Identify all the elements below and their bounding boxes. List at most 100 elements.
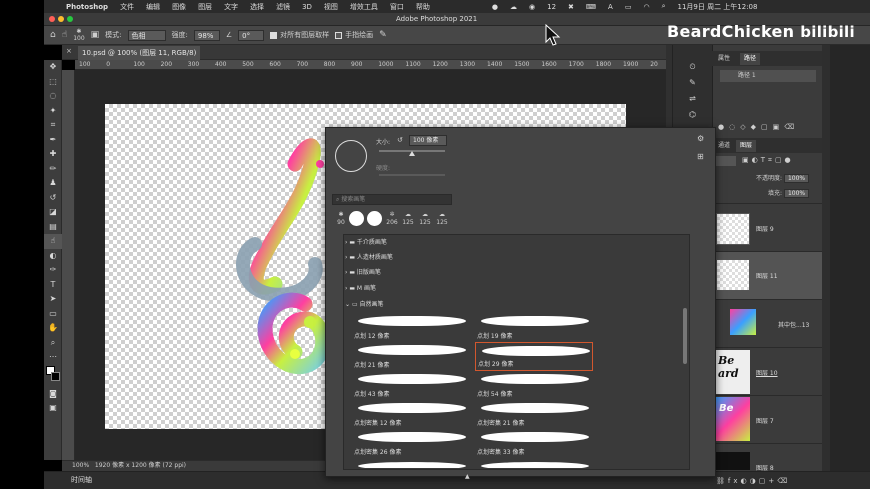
- menu-3d[interactable]: 3D: [302, 3, 312, 11]
- close-window-icon[interactable]: [49, 16, 55, 22]
- brush-preset[interactable]: 点划密集 26 像素: [352, 429, 470, 458]
- quick-mask-icon[interactable]: ◙: [44, 387, 62, 402]
- brush-folder-open[interactable]: ⌄ ▭ 自然画笔: [345, 297, 675, 312]
- search-icon[interactable]: ⌕: [662, 2, 666, 11]
- gradient-tool-icon[interactable]: ▤: [44, 220, 62, 235]
- document-tab[interactable]: 10.psd @ 100% (图层 11, RGB/8) *: [78, 46, 200, 71]
- adjust-panel-icon[interactable]: ⇌: [685, 91, 701, 107]
- size-slider-thumb[interactable]: [409, 151, 415, 156]
- recent-brush-round[interactable]: [349, 211, 364, 226]
- timeline-tab[interactable]: 时间轴: [71, 476, 92, 484]
- marquee-tool-icon[interactable]: ⬚: [44, 75, 62, 90]
- eraser-tool-icon[interactable]: ◪: [44, 205, 62, 220]
- menu-type[interactable]: 文字: [224, 2, 238, 12]
- zoom-tool-icon[interactable]: ⌕: [44, 336, 62, 351]
- angle-input[interactable]: 0°: [238, 29, 265, 41]
- datetime[interactable]: 11月9日 周二 上午12:08: [677, 2, 757, 12]
- recent-brush[interactable]: ☁ 125: [401, 211, 415, 228]
- menu-plugins[interactable]: 增效工具: [350, 2, 378, 12]
- input-icon[interactable]: A: [608, 3, 613, 11]
- reset-size-icon[interactable]: ↺: [397, 136, 403, 144]
- history-brush-icon[interactable]: ↺: [44, 191, 62, 206]
- new-preset-icon[interactable]: ⊞: [697, 152, 704, 161]
- brush-folder[interactable]: › ▬ 旧版画笔: [345, 265, 675, 280]
- notification-icon[interactable]: ◉: [529, 3, 535, 11]
- quick-select-tool-icon[interactable]: ✦: [44, 104, 62, 119]
- fill-input[interactable]: 100%: [783, 189, 810, 198]
- path-item[interactable]: 路径 1: [720, 70, 816, 82]
- path-actions[interactable]: ●◌◇◆▢▣⌫: [718, 123, 799, 131]
- brush-tool-icon[interactable]: ✏: [44, 162, 62, 177]
- brush-preset[interactable]: 点划 12 像素: [352, 313, 470, 342]
- tab-paths[interactable]: 路径: [740, 53, 761, 65]
- pen-tool-icon[interactable]: ✑: [44, 263, 62, 278]
- recent-brush[interactable]: ☁ 125: [435, 211, 449, 228]
- smudge-tool-icon[interactable]: ☝: [44, 234, 62, 249]
- menu-help[interactable]: 帮助: [416, 2, 430, 12]
- stamp-tool-icon[interactable]: ♟: [44, 176, 62, 191]
- recent-brush-round[interactable]: [367, 211, 382, 226]
- recent-brush[interactable]: ☁ 125: [418, 211, 432, 228]
- size-input[interactable]: 100 像素: [409, 135, 447, 146]
- tab-properties[interactable]: 属性: [714, 53, 734, 65]
- brush-folder[interactable]: › ▬ 千介质画笔: [345, 235, 675, 250]
- brush-angle-preview[interactable]: [335, 140, 367, 172]
- tab-channels[interactable]: 通道: [714, 140, 734, 152]
- zoom-window-icon[interactable]: [67, 16, 73, 22]
- menu-window[interactable]: 窗口: [390, 2, 404, 12]
- strength-input[interactable]: 98%: [193, 29, 220, 41]
- opacity-input[interactable]: 100%: [783, 174, 810, 183]
- brush-preset[interactable]: 点划 54 像素: [475, 371, 593, 400]
- brush-folder[interactable]: › ▬ 人造材质画笔: [345, 250, 675, 265]
- brush-preset[interactable]: 点划 21 像素: [352, 342, 470, 371]
- recent-brush[interactable]: ✱ 90: [334, 211, 348, 228]
- cloud-icon[interactable]: ☁: [510, 3, 517, 11]
- layer-filter-select[interactable]: [716, 156, 736, 166]
- brush-preset[interactable]: 点划密集 21 像素: [475, 400, 593, 429]
- menu-view[interactable]: 视图: [324, 2, 338, 12]
- smudge-tool-icon[interactable]: ☝: [62, 30, 67, 40]
- menu-filter[interactable]: 滤镜: [276, 2, 290, 12]
- sample-all-checkbox[interactable]: [270, 31, 278, 39]
- record-icon[interactable]: ●: [492, 3, 498, 11]
- history-panel-icon[interactable]: ⏲: [685, 59, 701, 75]
- finger-paint-checkbox[interactable]: [335, 31, 343, 39]
- home-icon[interactable]: ⌂: [50, 30, 56, 40]
- brush-folder[interactable]: › ▬ M 画笔: [345, 281, 675, 296]
- picker-resize-handle[interactable]: ▲: [465, 473, 470, 480]
- brush-preset[interactable]: 点划 19 像素: [475, 313, 593, 342]
- picker-settings-icon[interactable]: ⚙: [697, 134, 704, 143]
- wifi-icon[interactable]: ◠: [643, 3, 649, 11]
- brush-list-scrollbar[interactable]: [683, 308, 687, 364]
- layer-actions[interactable]: ⛓fx◐◑▢+⌫: [716, 477, 790, 485]
- app-menu[interactable]: Photoshop: [66, 3, 108, 11]
- path-select-tool-icon[interactable]: ➤: [44, 292, 62, 307]
- zoom-level[interactable]: 100%: [72, 462, 89, 469]
- crop-tool-icon[interactable]: ⌗: [44, 118, 62, 133]
- healing-tool-icon[interactable]: ✚: [44, 147, 62, 162]
- brush-panel-icon[interactable]: ✎: [685, 75, 701, 91]
- hand-tool-icon[interactable]: ✋: [44, 321, 62, 336]
- brush-settings-icon[interactable]: ▣: [91, 30, 100, 40]
- lasso-tool-icon[interactable]: ◌: [44, 89, 62, 104]
- menu-edit[interactable]: 编辑: [146, 2, 160, 12]
- tab-layers[interactable]: 图层: [736, 140, 757, 152]
- menu-file[interactable]: 文件: [120, 2, 134, 12]
- recent-brush[interactable]: ✲ 206: [385, 211, 399, 228]
- brush-search-input[interactable]: ⌕ 搜索画笔: [332, 194, 452, 205]
- type-tool-icon[interactable]: T: [44, 278, 62, 293]
- eyedropper-tool-icon[interactable]: ✒: [44, 133, 62, 148]
- close-tab-icon[interactable]: ×: [66, 47, 72, 55]
- screen-mode-icon[interactable]: ▣: [44, 401, 62, 416]
- more-tools-icon[interactable]: ⋯: [44, 350, 62, 365]
- brush-preset-selected[interactable]: 点划 29 像素: [475, 342, 593, 371]
- move-tool-icon[interactable]: ✥: [44, 60, 62, 75]
- shape-tool-icon[interactable]: ▭: [44, 307, 62, 322]
- document-info[interactable]: 1920 像素 x 1200 像素 (72 ppi): [95, 462, 186, 469]
- keyboard-icon[interactable]: ⌨: [586, 3, 596, 11]
- menu-select[interactable]: 选择: [250, 2, 264, 12]
- dodge-tool-icon[interactable]: ◐: [44, 249, 62, 264]
- brush-preset-picker[interactable]: ✱ 100: [73, 28, 84, 42]
- clone-source-icon[interactable]: ⌬: [685, 107, 701, 123]
- badge-count[interactable]: 12: [547, 3, 556, 11]
